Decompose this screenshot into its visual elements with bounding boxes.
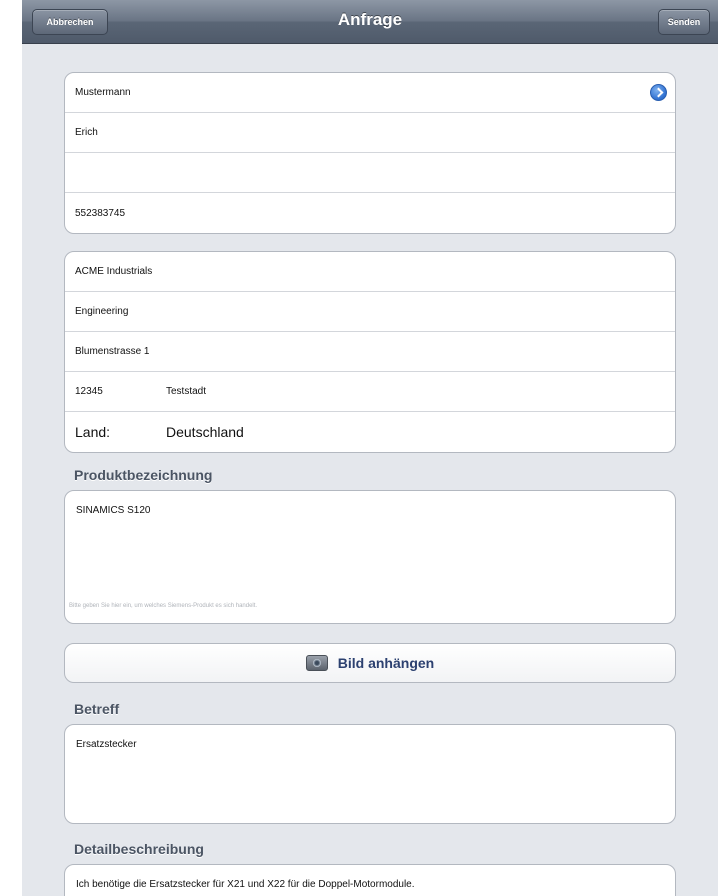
country-field[interactable]: Land: Deutschland (65, 412, 675, 452)
department-value: Engineering (75, 306, 129, 317)
cancel-button[interactable]: Abbrechen (32, 9, 108, 35)
city-value: Teststadt (166, 386, 207, 397)
company-group: ACME Industrials Engineering Blumenstras… (64, 251, 676, 453)
company-name-value: ACME Industrials (75, 266, 153, 277)
first-name-field[interactable]: Erich (65, 113, 675, 153)
subject-textarea[interactable]: Ersatzstecker (64, 724, 676, 824)
first-name-value: Erich (75, 127, 98, 138)
attach-image-label: Bild anhängen (337, 655, 435, 671)
product-textarea[interactable]: SINAMICS S120 Bitte geben Sie hier ein, … (64, 490, 676, 624)
department-field[interactable]: Engineering (65, 292, 675, 332)
details-value: Ich benötige die Ersatzstecker für X21 u… (76, 879, 415, 890)
subject-section-label: Betreff (74, 701, 120, 717)
contact-group: Mustermann Erich 552383745 (64, 72, 676, 234)
zip-value: 12345 (75, 386, 103, 397)
details-section-label: Detailbeschreibung (74, 841, 204, 857)
phone-value: 552383745 (75, 207, 126, 219)
country-value: Deutschland (166, 424, 244, 440)
country-label: Land: (75, 424, 111, 440)
details-textarea[interactable]: Ich benötige die Ersatzstecker für X21 u… (64, 864, 676, 896)
zip-city-field[interactable]: 12345 Teststadt (65, 372, 675, 412)
street-value: Blumenstrasse 1 (75, 346, 150, 357)
screen: Abbrechen Anfrage Senden Mustermann Eric… (22, 0, 718, 896)
last-name-value: Mustermann (75, 87, 131, 98)
company-name-field[interactable]: ACME Industrials (65, 252, 675, 292)
product-section-label: Produktbezeichnung (74, 467, 213, 483)
page-title: Anfrage (337, 10, 403, 29)
empty-field[interactable] (65, 153, 675, 193)
send-button[interactable]: Senden (658, 9, 710, 35)
subject-value: Ersatzstecker (76, 739, 137, 750)
last-name-field[interactable]: Mustermann (65, 73, 675, 113)
product-hint: Bitte geben Sie hier ein, um welches Sie… (69, 603, 258, 609)
attach-image-button[interactable]: Bild anhängen (64, 643, 676, 683)
street-field[interactable]: Blumenstrasse 1 (65, 332, 675, 372)
phone-field[interactable]: 552383745 (65, 193, 675, 233)
product-value: SINAMICS S120 (76, 505, 151, 516)
disclosure-icon[interactable] (650, 84, 667, 101)
camera-icon (305, 655, 328, 671)
navigation-bar: Abbrechen Anfrage Senden (22, 0, 718, 44)
